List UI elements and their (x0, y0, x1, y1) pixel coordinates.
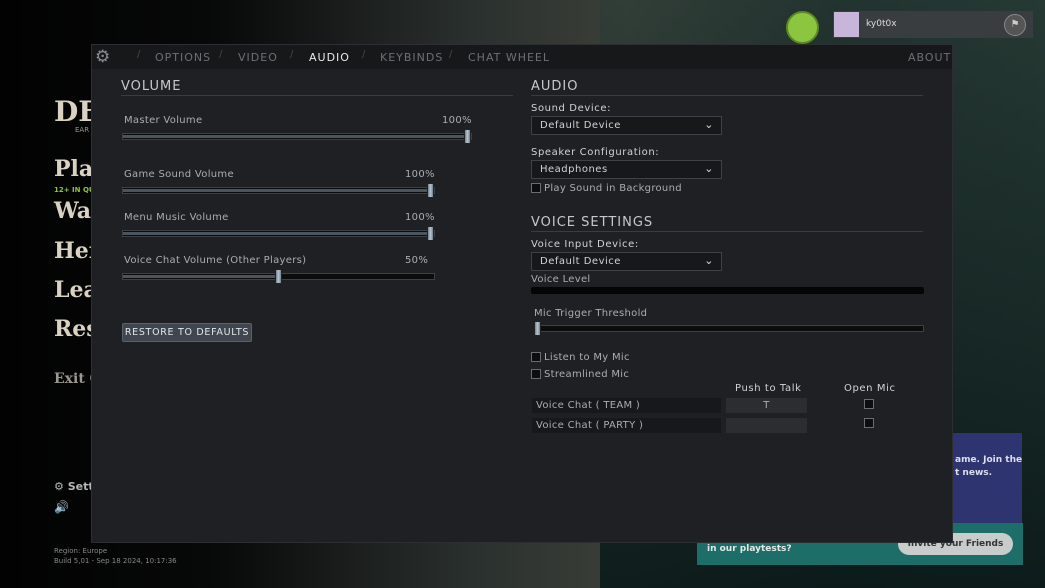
volume-slider[interactable] (122, 129, 472, 144)
restore-defaults-button[interactable]: RESTORE TO DEFAULTS (122, 323, 252, 342)
tab-chat-wheel[interactable]: CHAT WHEEL (468, 51, 550, 64)
tab-keybinds[interactable]: KEYBINDS (380, 51, 443, 64)
volume-slider-label: Menu Music Volume (124, 212, 229, 223)
listen-mic-checkbox[interactable] (531, 352, 541, 362)
promo-text-2: t news. (955, 468, 993, 478)
volume-slider-label: Voice Chat Volume (Other Players) (124, 255, 307, 266)
voice-input-label: Voice Input Device: (531, 239, 639, 250)
sound-device-dropdown[interactable]: Default Device ⌄ (531, 116, 722, 135)
volume-slider[interactable] (122, 269, 435, 284)
voice-team-label: Voice Chat ( TEAM ) (532, 398, 721, 413)
tab-bar: ⚙ / OPTIONS / VIDEO / AUDIO / KEYBINDS /… (92, 45, 952, 69)
streamlined-mic-label: Streamlined Mic (544, 369, 630, 380)
speaker-config-label: Speaker Configuration: (531, 147, 660, 158)
username: ky0t0x (866, 19, 897, 29)
chevron-down-icon: ⌄ (704, 162, 714, 175)
volume-slider[interactable] (122, 226, 435, 241)
mic-threshold-label: Mic Trigger Threshold (534, 308, 648, 319)
voice-level-label: Voice Level (531, 274, 591, 285)
volume-slider-value: 100% (405, 212, 435, 223)
chevron-down-icon: ⌄ (704, 254, 714, 267)
listen-mic-label: Listen to My Mic (544, 352, 630, 363)
region-text: Region: Europe (54, 547, 108, 555)
volume-slider-label: Game Sound Volume (124, 169, 234, 180)
tab-options[interactable]: OPTIONS (155, 51, 211, 64)
user-card[interactable]: ky0t0x ⚑ (833, 11, 1033, 38)
build-text: Build 5,01 - Sep 18 2024, 10:17:36 (54, 557, 177, 565)
voice-team-open-mic-checkbox[interactable] (864, 399, 874, 409)
tab-separator: / (219, 49, 223, 60)
slider-fill (123, 135, 471, 138)
tab-audio[interactable]: AUDIO (309, 51, 350, 64)
slider-thumb[interactable] (464, 129, 471, 144)
promo-text-1: ame. Join the (955, 455, 1023, 465)
tab-about[interactable]: ABOUT (908, 51, 951, 64)
voice-team-key[interactable]: T (726, 398, 807, 413)
volume-slider-value: 100% (442, 115, 472, 126)
gear-icon: ⚙ (54, 480, 68, 493)
audio-heading: AUDIO (531, 79, 579, 94)
slider-fill (123, 232, 434, 235)
voice-level-meter (531, 287, 924, 294)
tab-video[interactable]: VIDEO (238, 51, 278, 64)
settings-link[interactable]: ⚙ Sett (54, 480, 94, 493)
volume-slider-value: 50% (405, 255, 429, 266)
logo-subtitle: EAR (75, 126, 90, 134)
gear-icon[interactable]: ⚙ (95, 47, 110, 67)
voice-party-label: Voice Chat ( PARTY ) (532, 418, 721, 433)
open-mic-header: Open Mic (844, 383, 896, 394)
avatar (834, 12, 859, 37)
play-sound-background-checkbox[interactable] (531, 183, 541, 193)
voice-party-key[interactable] (726, 418, 807, 433)
tab-separator: / (137, 49, 141, 60)
voice-settings-heading: VOICE SETTINGS (531, 215, 654, 230)
settings-panel: ⚙ / OPTIONS / VIDEO / AUDIO / KEYBINDS /… (91, 44, 953, 543)
voice-party-open-mic-checkbox[interactable] (864, 418, 874, 428)
divider (531, 231, 923, 232)
sound-device-label: Sound Device: (531, 103, 612, 114)
speaker-config-dropdown[interactable]: Headphones ⌄ (531, 160, 722, 179)
slider-fill (123, 275, 279, 278)
chevron-down-icon: ⌄ (704, 118, 714, 131)
slider-thumb[interactable] (427, 226, 434, 241)
mic-threshold-slider[interactable] (534, 321, 924, 336)
play-subtitle: 12+ IN QU (54, 186, 95, 194)
slider-fill (123, 189, 434, 192)
dropdown-value: Default Device (540, 256, 621, 267)
slider-thumb[interactable] (427, 183, 434, 198)
tab-separator: / (449, 49, 453, 60)
flag-icon[interactable]: ⚑ (1004, 14, 1026, 36)
dropdown-value: Default Device (540, 120, 621, 131)
volume-slider[interactable] (122, 183, 435, 198)
push-to-talk-header: Push to Talk (735, 383, 802, 394)
divider (531, 95, 923, 96)
tab-separator: / (290, 49, 294, 60)
volume-slider-label: Master Volume (124, 115, 203, 126)
streamlined-mic-checkbox[interactable] (531, 369, 541, 379)
voice-input-dropdown[interactable]: Default Device ⌄ (531, 252, 722, 271)
tab-separator: / (362, 49, 366, 60)
dropdown-value: Headphones (540, 164, 608, 175)
playtest-text: in our playtests? (707, 544, 792, 554)
slider-thumb[interactable] (275, 269, 282, 284)
divider (121, 95, 513, 96)
slider-thumb[interactable] (534, 321, 541, 336)
speaker-icon[interactable]: 🔊 (54, 500, 69, 514)
volume-slider-value: 100% (405, 169, 435, 180)
play-sound-background-label: Play Sound in Background (544, 183, 682, 194)
volume-heading: VOLUME (121, 79, 182, 94)
green-badge-icon[interactable] (786, 11, 819, 44)
